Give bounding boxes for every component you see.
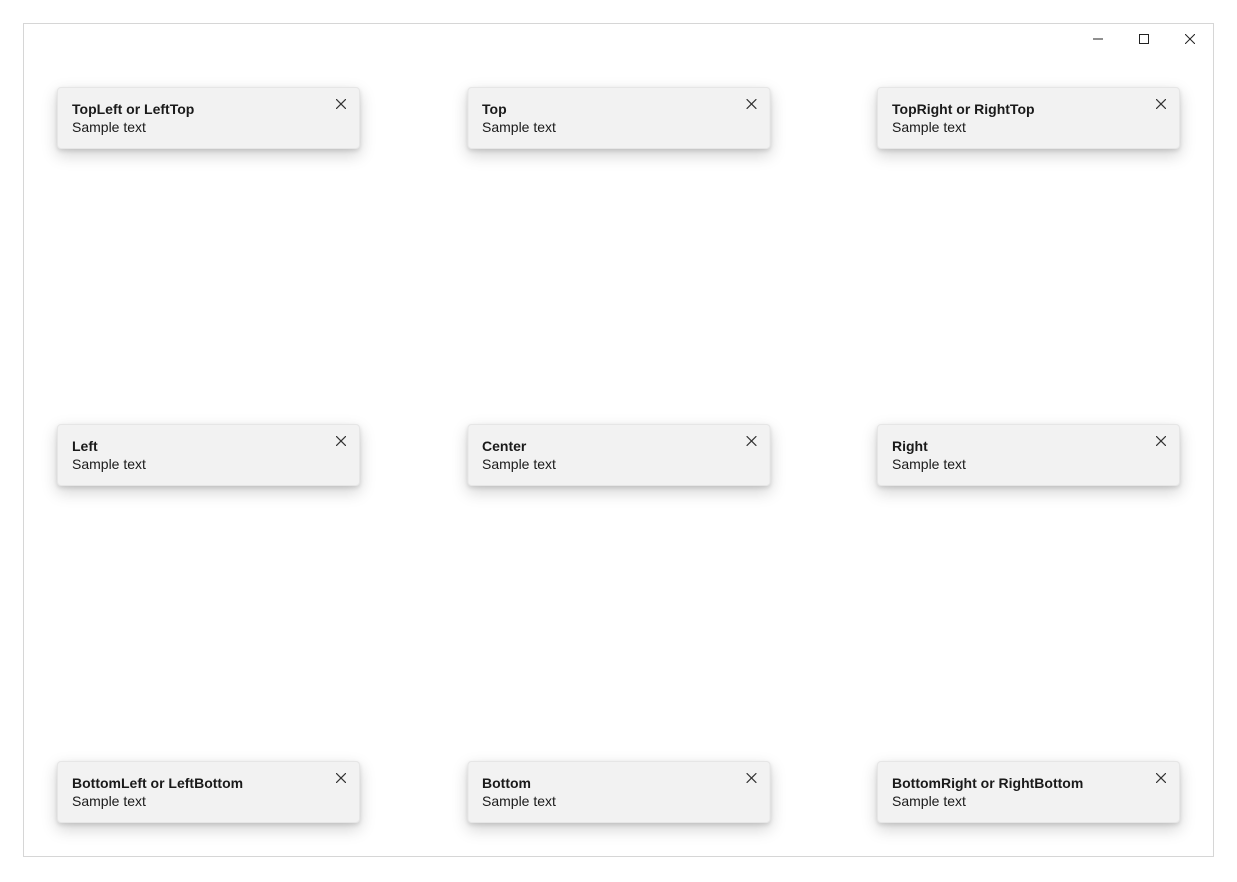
titlebar <box>24 24 1213 54</box>
minimize-button[interactable] <box>1075 24 1121 54</box>
notification-card-top: Top Sample text <box>467 87 770 149</box>
close-icon <box>1156 99 1166 109</box>
notification-card-center: Center Sample text <box>467 424 770 486</box>
card-title: Top <box>482 100 755 118</box>
card-title: BottomRight or RightBottom <box>892 774 1165 792</box>
close-icon <box>746 99 756 109</box>
notification-card-left: Left Sample text <box>57 424 360 486</box>
app-window: TopLeft or LeftTop Sample text Top Sampl… <box>23 23 1214 857</box>
card-body: Sample text <box>892 118 1165 136</box>
close-icon <box>746 436 756 446</box>
card-body: Sample text <box>72 118 345 136</box>
card-title: TopRight or RightTop <box>892 100 1165 118</box>
close-icon <box>336 99 346 109</box>
close-button-topright[interactable] <box>1153 96 1169 112</box>
card-title: Left <box>72 437 345 455</box>
card-body: Sample text <box>482 792 755 810</box>
notification-card-right: Right Sample text <box>877 424 1180 486</box>
close-button-top[interactable] <box>743 96 759 112</box>
close-button-left[interactable] <box>333 433 349 449</box>
close-icon <box>336 436 346 446</box>
close-button-right[interactable] <box>1153 433 1169 449</box>
card-title: Bottom <box>482 774 755 792</box>
notification-card-bottom: Bottom Sample text <box>467 761 770 823</box>
close-icon <box>1156 773 1166 783</box>
card-body: Sample text <box>72 792 345 810</box>
close-button-bottom[interactable] <box>743 770 759 786</box>
card-body: Sample text <box>72 455 345 473</box>
client-area: TopLeft or LeftTop Sample text Top Sampl… <box>24 54 1213 856</box>
close-button-topleft[interactable] <box>333 96 349 112</box>
minimize-icon <box>1093 34 1103 44</box>
card-title: Right <box>892 437 1165 455</box>
close-icon <box>1185 34 1195 44</box>
card-title: Center <box>482 437 755 455</box>
card-title: TopLeft or LeftTop <box>72 100 345 118</box>
card-body: Sample text <box>892 792 1165 810</box>
card-body: Sample text <box>482 455 755 473</box>
card-title: BottomLeft or LeftBottom <box>72 774 345 792</box>
maximize-button[interactable] <box>1121 24 1167 54</box>
maximize-icon <box>1139 34 1149 44</box>
close-button-center[interactable] <box>743 433 759 449</box>
notification-card-bottomleft: BottomLeft or LeftBottom Sample text <box>57 761 360 823</box>
notification-card-bottomright: BottomRight or RightBottom Sample text <box>877 761 1180 823</box>
notification-grid: TopLeft or LeftTop Sample text Top Sampl… <box>57 87 1180 823</box>
notification-card-topleft: TopLeft or LeftTop Sample text <box>57 87 360 149</box>
card-body: Sample text <box>892 455 1165 473</box>
close-button-bottomright[interactable] <box>1153 770 1169 786</box>
close-icon <box>746 773 756 783</box>
notification-card-topright: TopRight or RightTop Sample text <box>877 87 1180 149</box>
close-button-bottomleft[interactable] <box>333 770 349 786</box>
close-icon <box>336 773 346 783</box>
card-body: Sample text <box>482 118 755 136</box>
close-icon <box>1156 436 1166 446</box>
close-window-button[interactable] <box>1167 24 1213 54</box>
